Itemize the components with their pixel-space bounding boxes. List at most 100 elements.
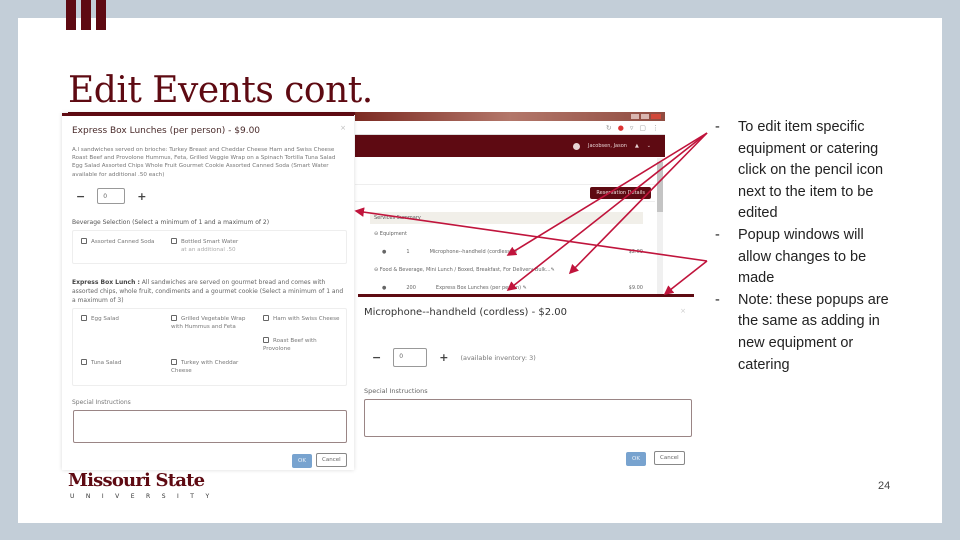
browser-titlebar — [355, 112, 665, 121]
minus-button[interactable]: − — [76, 190, 85, 203]
help-icon[interactable] — [573, 142, 581, 150]
beverage-option[interactable]: Bottled Smart Water at an additional .50 — [171, 238, 271, 254]
chevron-down-icon[interactable]: ⌄ — [647, 143, 651, 149]
services-summary-header: Services Summary — [370, 212, 643, 224]
scrollbar-thumb[interactable] — [657, 162, 663, 212]
checkbox[interactable] — [81, 359, 87, 365]
browser-screenshot: ↻ ● ▿ ▢ ⋮ Jacobsen, Jason ▲ ⌄ Reservatio… — [355, 112, 665, 297]
lunch-option[interactable]: Ham with Swiss Cheese — [263, 315, 343, 323]
quantity-input[interactable]: 0 — [97, 188, 126, 204]
option-sub: at an additional .50 — [181, 247, 236, 253]
ok-button[interactable]: OK — [626, 452, 646, 466]
decorative-bars — [66, 0, 106, 30]
cancel-button[interactable]: Cancel — [316, 453, 347, 467]
lunch-option[interactable]: Grilled Vegetable Wrap with Hummus and F… — [171, 315, 251, 331]
food-row: ● 200 Express Box Lunches (per person) ✎… — [370, 282, 643, 294]
window-close-icon[interactable] — [651, 114, 661, 119]
checkbox[interactable] — [171, 315, 177, 321]
quantity-stepper: − 0 + — [76, 188, 146, 204]
lunch-label-prefix: Express Box Lunch : — [72, 279, 140, 286]
view-icon[interactable]: ● — [382, 249, 386, 255]
row-item: Express Box Lunches (per person) — [435, 285, 522, 291]
express-lunch-modal: Express Box Lunches (per person) - $9.00… — [62, 113, 354, 470]
equipment-row: ● 1 Microphone--handheld (cordless) ✎ $2… — [370, 246, 643, 258]
view-icon[interactable]: ● — [382, 285, 386, 291]
menu-icon[interactable]: ⋮ — [652, 124, 659, 132]
pencil-icon[interactable]: ✎ — [513, 249, 517, 255]
university-logo: Missouri State UNIVERSITY — [68, 470, 221, 500]
lunch-label: Express Box Lunch : All sandwiches are s… — [72, 278, 347, 305]
special-instructions-input[interactable] — [364, 399, 692, 437]
address-bar[interactable]: ↻ ● ▿ ▢ ⋮ — [355, 121, 665, 135]
checkbox[interactable] — [263, 315, 269, 321]
close-icon[interactable]: × — [340, 124, 346, 132]
beverage-options-box: Assorted Canned Soda Bottled Smart Water… — [72, 230, 347, 264]
checkbox[interactable] — [171, 359, 177, 365]
checkbox[interactable] — [263, 337, 269, 343]
minus-button[interactable]: − — [372, 351, 381, 364]
checkbox[interactable] — [171, 238, 177, 244]
option-label: Egg Salad — [91, 316, 119, 322]
filter-icon[interactable]: ▿ — [630, 124, 634, 132]
bullet-item: Popup windows will allow changes to be m… — [713, 225, 898, 290]
quantity-stepper: − 0 + (available inventory: 3) — [372, 348, 536, 367]
bullet-item: To edit item specific equipment or cater… — [713, 117, 898, 225]
beverage-label: Beverage Selection (Select a minimum of … — [72, 219, 270, 226]
modal-title: Microphone--handheld (cordless) - $2.00 — [364, 307, 568, 318]
microphone-modal: Microphone--handheld (cordless) - $2.00 … — [358, 294, 694, 470]
row-qty: 1 — [406, 249, 410, 255]
scrollbar[interactable] — [657, 158, 663, 297]
beverage-option[interactable]: Assorted Canned Soda — [81, 238, 161, 246]
plus-button[interactable]: + — [137, 190, 146, 203]
pencil-icon[interactable]: ✎ — [551, 267, 555, 273]
checkbox[interactable] — [81, 238, 87, 244]
lunch-option[interactable]: Egg Salad — [81, 315, 161, 323]
special-instructions-input[interactable] — [73, 410, 347, 443]
row-price: $2.00 — [628, 249, 643, 255]
user-icon[interactable]: ▲ — [635, 143, 639, 149]
equipment-label: Equipment — [379, 231, 407, 237]
item-description: A.l sandwiches served on brioche: Turkey… — [72, 147, 336, 178]
refresh-icon[interactable]: ↻ — [606, 124, 612, 132]
option-label: Bottled Smart Water — [181, 239, 239, 245]
user-name[interactable]: Jacobsen, Jason — [588, 143, 627, 149]
reservation-details-button[interactable]: Reservation Details — [590, 187, 651, 199]
lunch-options-box: Egg Salad Grilled Vegetable Wrap with Hu… — [72, 308, 347, 386]
bullet-list: To edit item specific equipment or cater… — [713, 117, 898, 376]
food-label: Food & Beverage, Mini Lunch / Boxed, Bre… — [379, 267, 551, 273]
option-label: Ham with Swiss Cheese — [273, 316, 340, 322]
cancel-button[interactable]: Cancel — [654, 451, 685, 465]
special-instructions-label: Special Instructions — [364, 387, 428, 395]
close-icon[interactable]: × — [680, 307, 686, 315]
option-label: Roast Beef with Provolone — [263, 338, 317, 352]
special-instructions-label: Special Instructions — [72, 399, 131, 406]
lunch-option[interactable]: Turkey with Cheddar Cheese — [171, 359, 251, 375]
logo-name: Missouri State — [68, 470, 205, 491]
minimize-icon[interactable] — [631, 114, 639, 119]
checkbox[interactable] — [81, 315, 87, 321]
option-label: Tuna Salad — [91, 360, 122, 366]
ok-button[interactable]: OK — [292, 454, 312, 468]
modal-title: Express Box Lunches (per person) - $9.00 — [72, 126, 261, 136]
extension-icon[interactable]: ▢ — [639, 124, 646, 132]
page-number: 24 — [878, 480, 891, 492]
food-section[interactable]: ⊖ Food & Beverage, Mini Lunch / Boxed, B… — [370, 264, 643, 276]
lunch-option[interactable]: Roast Beef with Provolone — [263, 337, 343, 353]
opera-icon[interactable]: ● — [618, 124, 624, 132]
quantity-input[interactable]: 0 — [393, 348, 428, 367]
option-label: Turkey with Cheddar Cheese — [171, 360, 239, 374]
maximize-icon[interactable] — [641, 114, 649, 119]
row-item: Microphone--handheld (cordless) — [429, 249, 512, 255]
pencil-icon[interactable]: ✎ — [523, 285, 527, 291]
logo-sub: UNIVERSITY — [70, 493, 221, 500]
equipment-section[interactable]: ⊖ Equipment — [370, 228, 643, 240]
plus-button[interactable]: + — [439, 351, 448, 364]
slide-title: Edit Events cont. — [68, 70, 373, 111]
available-inventory: (available inventory: 3) — [460, 353, 536, 362]
app-header: Jacobsen, Jason ▲ ⌄ — [355, 135, 665, 157]
bullet-item: Note: these popups are the same as addin… — [713, 290, 898, 376]
page-toolbar: Reservation Details — [355, 184, 655, 202]
option-label: Assorted Canned Soda — [91, 239, 155, 245]
row-qty: 200 — [406, 285, 416, 291]
lunch-option[interactable]: Tuna Salad — [81, 359, 161, 367]
